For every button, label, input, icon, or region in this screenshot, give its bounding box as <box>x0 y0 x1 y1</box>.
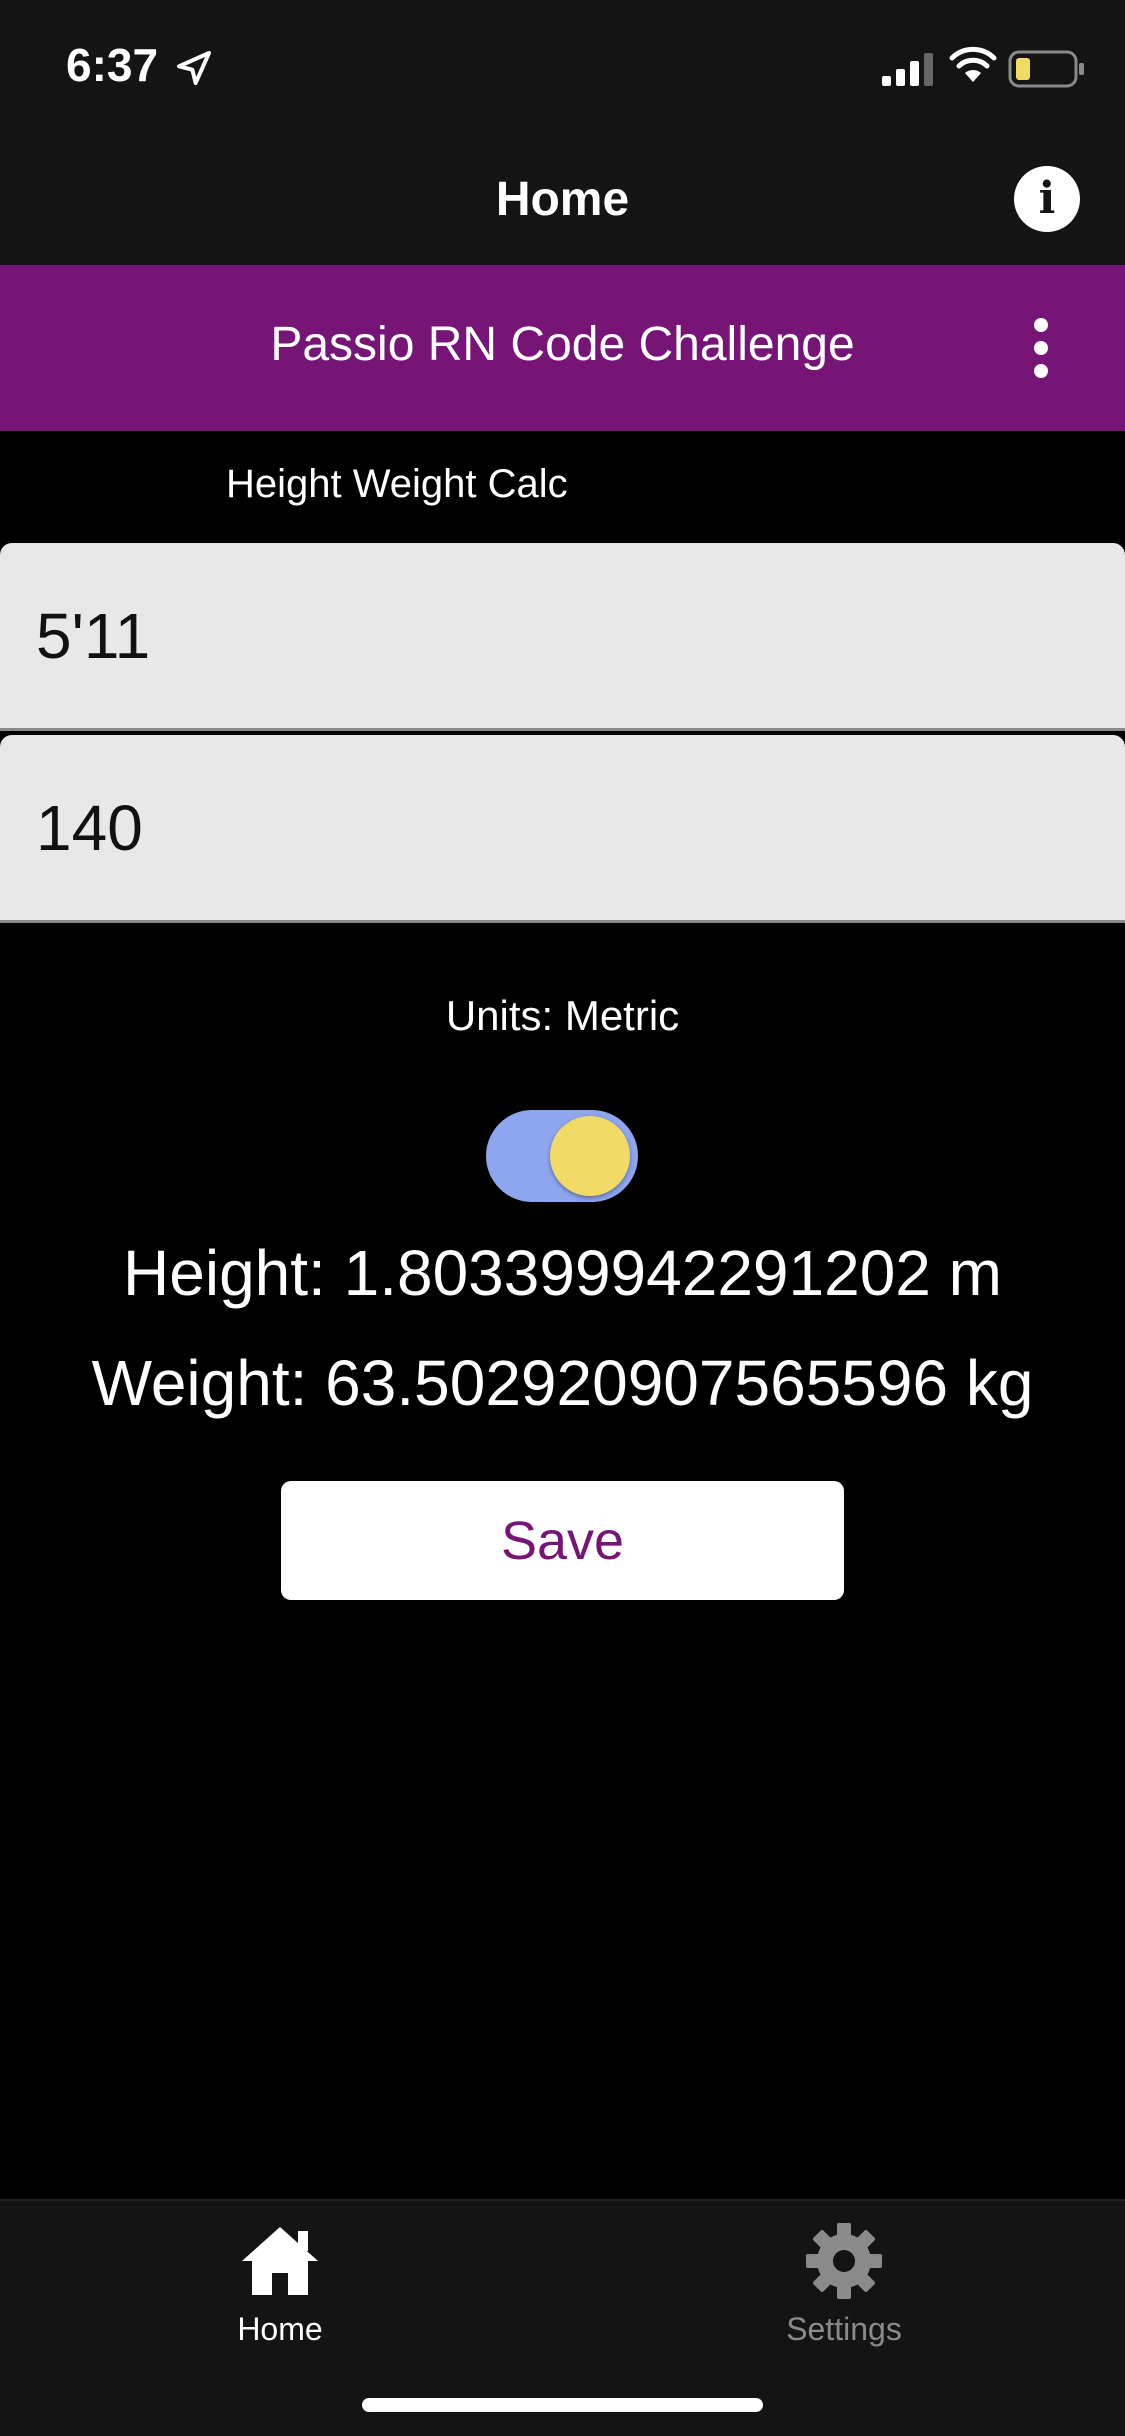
units-label: Units: Metric <box>445 992 680 1039</box>
weight-result: Weight: 63.502920907565596 kg <box>91 1347 1034 1419</box>
battery-low-icon <box>1008 50 1084 88</box>
tab-settings[interactable]: Settings <box>694 2221 994 2361</box>
weight-field <box>0 735 1125 923</box>
cellular-signal-icon <box>882 53 933 86</box>
home-icon <box>242 2227 318 2295</box>
app-bar: Passio RN Code Challenge <box>0 265 1125 431</box>
tab-home-label: Home <box>237 2311 323 2347</box>
gear-icon <box>806 2223 882 2299</box>
tab-settings-label: Settings <box>786 2311 902 2347</box>
more-vertical-icon[interactable] <box>1024 301 1058 395</box>
status-time: 6:37 <box>66 39 159 91</box>
info-icon: i <box>1038 173 1056 224</box>
units-toggle[interactable] <box>486 1110 638 1202</box>
status-bar: 6:37 <box>0 0 1125 132</box>
nav-header: Home i <box>0 132 1125 265</box>
save-button[interactable]: Save <box>281 1481 844 1600</box>
app-screen: 6:37 Home i Passio RN Code Challenge Hei… <box>0 0 1125 2436</box>
location-arrow-icon <box>177 51 211 85</box>
app-bar-title: Passio RN Code Challenge <box>270 318 855 371</box>
page-title: Home <box>495 173 630 226</box>
info-button[interactable]: i <box>1014 166 1080 232</box>
weight-input[interactable] <box>36 735 1096 920</box>
height-field <box>0 543 1125 731</box>
home-indicator <box>362 2398 763 2412</box>
height-input[interactable] <box>36 543 1096 728</box>
tab-home[interactable]: Home <box>130 2221 430 2361</box>
section-label: Height Weight Calc <box>226 462 568 506</box>
height-result: Height: 1.803399942291202 m <box>123 1237 1002 1309</box>
toggle-knob <box>550 1116 630 1196</box>
wifi-icon <box>949 46 997 82</box>
